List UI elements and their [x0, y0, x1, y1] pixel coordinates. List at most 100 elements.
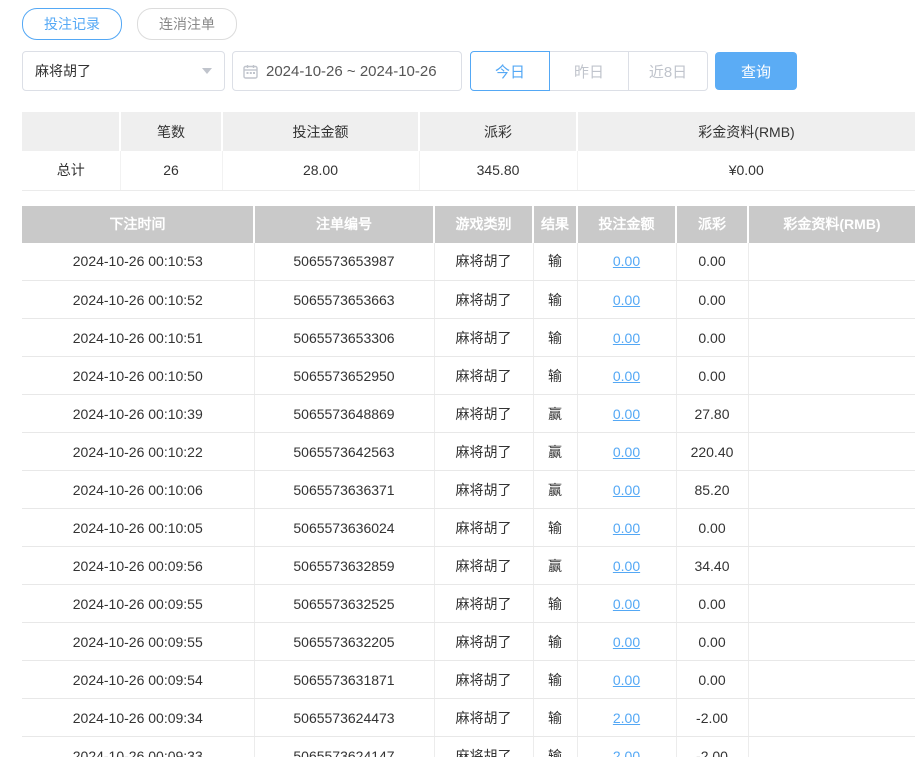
summary-header-count: 笔数 [120, 112, 223, 151]
header-payout: 派彩 [676, 205, 749, 243]
cell-game-type: 麻将胡了 [434, 508, 534, 547]
date-range-input[interactable]: 2024-10-26 ~ 2024-10-26 [232, 51, 462, 91]
cell-result: 输 [533, 622, 578, 661]
cell-result: 输 [533, 698, 578, 737]
bet-amount-link[interactable]: 2.00 [613, 748, 640, 757]
cell-result: 赢 [533, 546, 578, 585]
summary-total-label: 总计 [22, 151, 121, 191]
calendar-icon [243, 64, 258, 79]
cell-payout: 220.40 [676, 432, 749, 471]
bet-amount-link[interactable]: 0.00 [613, 330, 640, 346]
cell-game-type: 麻将胡了 [434, 660, 534, 699]
cell-bet-id: 5065573653306 [254, 318, 435, 357]
cell-bet-time: 2024-10-26 00:10:51 [22, 318, 255, 357]
cell-result: 输 [533, 356, 578, 395]
cell-result: 赢 [533, 470, 578, 509]
cell-result: 输 [533, 584, 578, 623]
cell-bonus [748, 280, 915, 319]
quick-range-group: 今日 昨日 近8日 [470, 51, 708, 91]
summary-total-payout: 345.80 [419, 151, 578, 191]
header-bet-time: 下注时间 [22, 205, 255, 243]
cell-bet-amount: 0.00 [577, 394, 677, 433]
summary-header-bet-amount: 投注金额 [222, 112, 420, 151]
cell-result: 赢 [533, 432, 578, 471]
cell-bet-amount: 0.00 [577, 546, 677, 585]
cell-bet-time: 2024-10-26 00:10:52 [22, 280, 255, 319]
bet-amount-link[interactable]: 0.00 [613, 368, 640, 384]
cell-bet-id: 5065573632859 [254, 546, 435, 585]
cell-bet-time: 2024-10-26 00:09:34 [22, 698, 255, 737]
records-header-row: 下注时间 注单编号 游戏类别 结果 投注金额 派彩 彩金资料(RMB) [22, 205, 915, 243]
cell-bet-time: 2024-10-26 00:10:53 [22, 242, 255, 281]
bet-amount-link[interactable]: 0.00 [613, 672, 640, 688]
bet-records-body: 2024-10-26 00:10:53 5065573653987 麻将胡了 输… [22, 242, 915, 757]
query-button[interactable]: 查询 [715, 52, 797, 90]
cell-bet-amount: 0.00 [577, 470, 677, 509]
cell-bet-id: 5065573652950 [254, 356, 435, 395]
bet-amount-link[interactable]: 2.00 [613, 710, 640, 726]
cell-bet-amount: 2.00 [577, 698, 677, 737]
cell-bet-time: 2024-10-26 00:09:55 [22, 584, 255, 623]
summary-table: 笔数 投注金额 派彩 彩金资料(RMB) 总计 26 28.00 345.80 … [22, 112, 915, 191]
cell-result: 输 [533, 318, 578, 357]
tab-betting-records[interactable]: 投注记录 [22, 8, 122, 40]
cell-bet-amount: 0.00 [577, 242, 677, 281]
bet-amount-link[interactable]: 0.00 [613, 558, 640, 574]
range-today-button[interactable]: 今日 [470, 51, 550, 91]
cell-bet-amount: 0.00 [577, 356, 677, 395]
bet-record-row: 2024-10-26 00:09:55 5065573632525 麻将胡了 输… [22, 584, 915, 623]
cell-bet-id: 5065573648869 [254, 394, 435, 433]
cell-bet-id: 5065573624473 [254, 698, 435, 737]
game-type-select[interactable]: 麻将胡了 [22, 51, 225, 91]
cell-result: 输 [533, 242, 578, 281]
summary-total-bet-amount: 28.00 [222, 151, 420, 191]
bet-amount-link[interactable]: 0.00 [613, 596, 640, 612]
bet-record-row: 2024-10-26 00:09:33 5065573624147 麻将胡了 输… [22, 736, 915, 757]
summary-total-bonus: ¥0.00 [577, 151, 915, 191]
header-result: 结果 [533, 205, 578, 243]
cell-bonus [748, 660, 915, 699]
header-bet-amount: 投注金额 [577, 205, 677, 243]
cell-result: 赢 [533, 394, 578, 433]
bet-amount-link[interactable]: 0.00 [613, 444, 640, 460]
bet-amount-link[interactable]: 0.00 [613, 634, 640, 650]
header-bonus: 彩金资料(RMB) [748, 205, 915, 243]
bet-amount-link[interactable]: 0.00 [613, 520, 640, 536]
cell-game-type: 麻将胡了 [434, 736, 534, 757]
cell-bet-time: 2024-10-26 00:10:05 [22, 508, 255, 547]
bet-amount-link[interactable]: 0.00 [613, 406, 640, 422]
cell-bet-amount: 0.00 [577, 432, 677, 471]
game-type-select-value: 麻将胡了 [35, 63, 91, 79]
cell-bonus [748, 470, 915, 509]
cell-bet-time: 2024-10-26 00:09:54 [22, 660, 255, 699]
bet-record-row: 2024-10-26 00:10:52 5065573653663 麻将胡了 输… [22, 280, 915, 319]
cell-bet-id: 5065573632525 [254, 584, 435, 623]
bet-amount-link[interactable]: 0.00 [613, 292, 640, 308]
cell-game-type: 麻将胡了 [434, 470, 534, 509]
cell-bet-id: 5065573636024 [254, 508, 435, 547]
tab-cancelled-bets[interactable]: 连消注单 [137, 8, 237, 40]
cell-payout: 0.00 [676, 242, 749, 281]
cell-result: 输 [533, 280, 578, 319]
bet-amount-link[interactable]: 0.00 [613, 482, 640, 498]
summary-header-blank [22, 112, 121, 151]
cell-bet-amount: 2.00 [577, 736, 677, 757]
range-last8days-button[interactable]: 近8日 [628, 51, 708, 91]
summary-header-payout: 派彩 [419, 112, 578, 151]
cell-game-type: 麻将胡了 [434, 394, 534, 433]
cell-payout: 34.40 [676, 546, 749, 585]
cell-payout: 0.00 [676, 280, 749, 319]
bet-records-table: 下注时间 注单编号 游戏类别 结果 投注金额 派彩 彩金资料(RMB) 2024… [22, 205, 915, 757]
bet-amount-link[interactable]: 0.00 [613, 253, 640, 269]
cell-bet-id: 5065573642563 [254, 432, 435, 471]
range-yesterday-button[interactable]: 昨日 [549, 51, 629, 91]
cell-result: 输 [533, 508, 578, 547]
bet-record-row: 2024-10-26 00:10:50 5065573652950 麻将胡了 输… [22, 356, 915, 395]
cell-payout: 0.00 [676, 584, 749, 623]
cell-bonus [748, 698, 915, 737]
cell-bet-id: 5065573632205 [254, 622, 435, 661]
cell-result: 输 [533, 660, 578, 699]
bet-record-row: 2024-10-26 00:09:54 5065573631871 麻将胡了 输… [22, 660, 915, 699]
cell-bet-id: 5065573653663 [254, 280, 435, 319]
cell-result: 输 [533, 736, 578, 757]
